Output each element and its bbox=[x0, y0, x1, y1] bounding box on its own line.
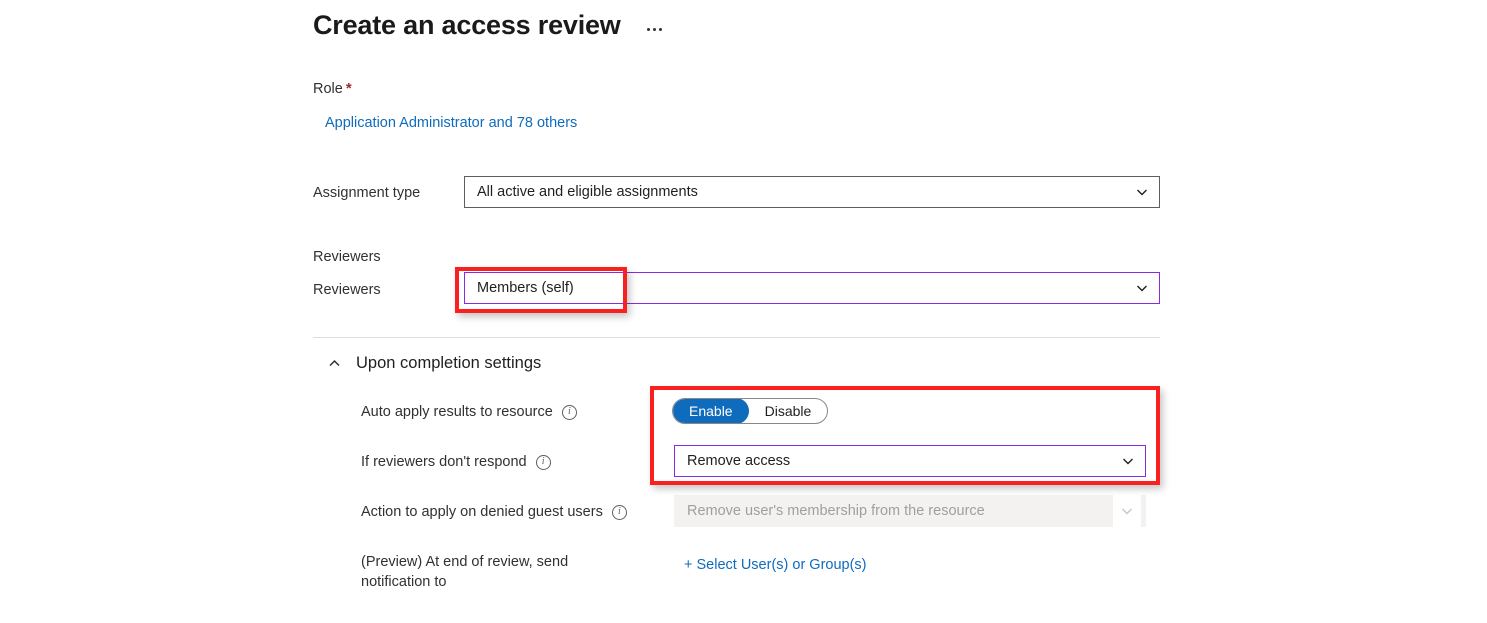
auto-apply-label-text: Auto apply results to resource bbox=[361, 404, 553, 420]
auto-apply-label: Auto apply results to resource i bbox=[361, 402, 577, 422]
denied-guest-users-label: Action to apply on denied guest users i bbox=[361, 502, 627, 522]
reviewers-section-label: Reviewers bbox=[313, 249, 381, 265]
required-asterisk: * bbox=[345, 80, 352, 97]
section-divider bbox=[313, 337, 1160, 338]
assignment-type-value: All active and eligible assignments bbox=[477, 184, 698, 200]
select-users-or-groups-link[interactable]: + Select User(s) or Group(s) bbox=[684, 555, 867, 575]
info-icon[interactable]: i bbox=[611, 504, 627, 520]
more-dot bbox=[646, 27, 650, 31]
no-response-value: Remove access bbox=[687, 453, 791, 469]
chevron-down-icon bbox=[1129, 177, 1155, 207]
role-label-text: Role bbox=[313, 81, 343, 97]
reviewers-dropdown[interactable]: Members (self) bbox=[464, 272, 1160, 304]
denied-guest-users-label-text: Action to apply on denied guest users bbox=[361, 504, 603, 520]
auto-apply-option-enable[interactable]: Enable bbox=[673, 399, 749, 423]
notification-label: (Preview) At end of review, send notific… bbox=[361, 552, 571, 592]
create-access-review-page: Create an access review Role * Applicatio… bbox=[0, 0, 1487, 623]
upon-completion-settings-header[interactable]: Upon completion settings bbox=[327, 352, 541, 374]
auto-apply-toggle[interactable]: Enable Disable bbox=[672, 398, 829, 424]
role-label: Role * bbox=[313, 79, 352, 99]
more-options-icon[interactable] bbox=[643, 22, 666, 37]
reviewers-label: Reviewers bbox=[313, 282, 381, 298]
chevron-up-icon bbox=[327, 356, 342, 371]
page-title: Create an access review bbox=[313, 10, 621, 40]
no-response-dropdown[interactable]: Remove access bbox=[674, 445, 1146, 477]
no-response-label: If reviewers don't respond i bbox=[361, 452, 551, 472]
reviewers-value: Members (self) bbox=[477, 280, 574, 296]
page-header: Create an access review bbox=[313, 8, 666, 42]
assignment-type-dropdown[interactable]: All active and eligible assignments bbox=[464, 176, 1160, 208]
no-response-label-text: If reviewers don't respond bbox=[361, 454, 527, 470]
notification-label-line1: (Preview) At end of review, send bbox=[361, 554, 569, 570]
info-icon[interactable]: i bbox=[561, 404, 577, 420]
assignment-type-label: Assignment type bbox=[313, 185, 421, 201]
role-value-link[interactable]: Application Administrator and 78 others bbox=[325, 113, 577, 133]
notification-label-line2: notification to bbox=[361, 574, 447, 590]
more-dot bbox=[658, 27, 662, 31]
chevron-down-icon bbox=[1129, 273, 1155, 303]
chevron-down-icon bbox=[1113, 495, 1141, 527]
auto-apply-option-disable[interactable]: Disable bbox=[749, 399, 828, 423]
chevron-down-icon bbox=[1115, 446, 1141, 476]
info-icon[interactable]: i bbox=[535, 454, 551, 470]
more-dot bbox=[652, 27, 656, 31]
upon-completion-settings-title: Upon completion settings bbox=[356, 354, 542, 372]
denied-guest-users-value: Remove user's membership from the resour… bbox=[687, 503, 985, 519]
denied-guest-users-dropdown: Remove user's membership from the resour… bbox=[674, 495, 1146, 527]
